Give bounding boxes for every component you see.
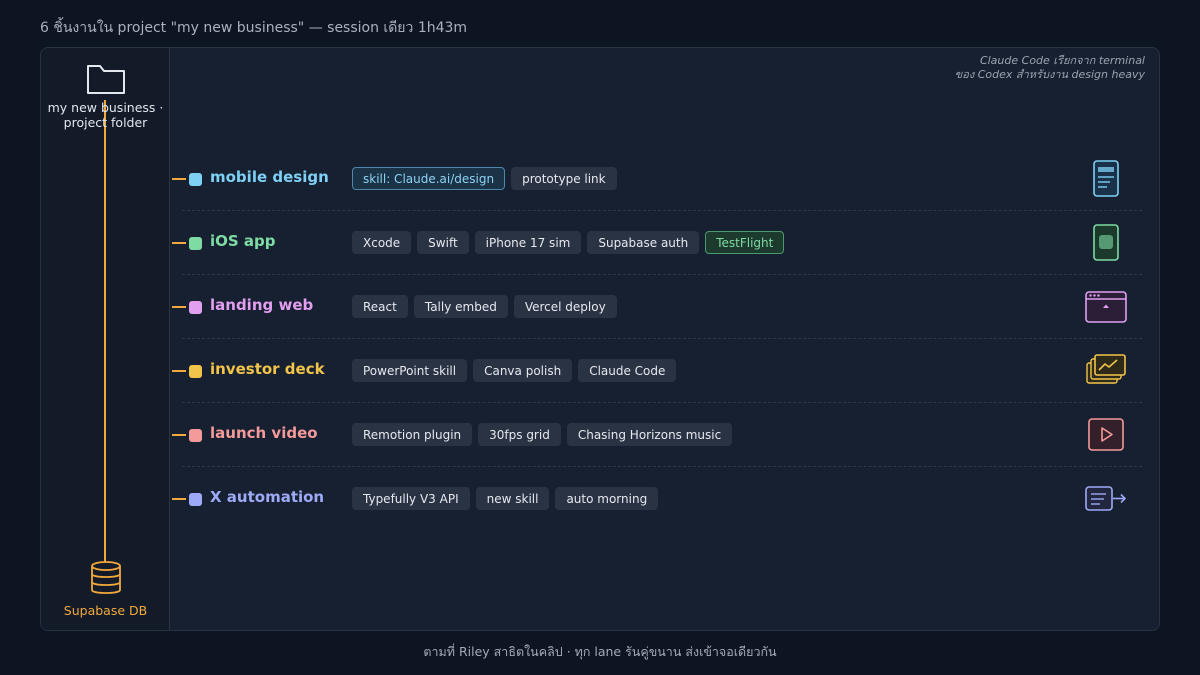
play-video-icon <box>1088 418 1124 451</box>
lane-color-dot <box>189 429 202 442</box>
lane-launch-video: launch video Remotion plugin 30fps grid … <box>170 403 1159 467</box>
lane-connector <box>172 306 186 308</box>
lane-color-dot <box>189 365 202 378</box>
phone-mockup-icon <box>1093 160 1119 197</box>
lane-title: mobile design <box>210 168 329 186</box>
page-title: 6 ชิ้นงานใน project "my new business" — … <box>40 20 468 36</box>
lane-x-automation: X automation Typefully V3 API new skill … <box>170 467 1159 531</box>
lane-color-dot <box>189 301 202 314</box>
tag-chip: auto morning <box>555 487 659 510</box>
lane-connector <box>172 434 186 436</box>
connector-line <box>104 100 106 564</box>
folder-label: my new business · project folder <box>47 100 164 130</box>
tag-chip: Typefully V3 API <box>352 487 470 510</box>
tag-chip: 30fps grid <box>478 423 561 446</box>
tag-chip: React <box>352 295 408 318</box>
lane-connector <box>172 242 186 244</box>
lane-connector <box>172 178 186 180</box>
folder-icon <box>87 65 125 94</box>
tag-chip: Swift <box>417 231 469 254</box>
lane-color-dot <box>189 493 202 506</box>
tag-chip: Tally embed <box>413 295 508 318</box>
lane-connector <box>172 498 186 500</box>
database-icon <box>91 561 121 594</box>
tag-list: skill: Claude.ai/design prototype link <box>352 167 617 190</box>
tag-chip: TestFlight <box>705 231 785 254</box>
tag-chip: Vercel deploy <box>513 295 617 318</box>
footer-caption: ตามที่ Riley สาธิตในคลิป · ทุก lane รันค… <box>423 644 777 659</box>
tag-chip: Canva polish <box>473 359 573 382</box>
lane-landing-web: landing web React Tally embed Vercel dep… <box>170 275 1159 339</box>
tag-list: React Tally embed Vercel deploy <box>352 295 617 318</box>
post-send-arrow-icon <box>1085 486 1127 511</box>
database-label: Supabase DB <box>63 603 148 618</box>
iphone-app-icon <box>1093 224 1119 261</box>
tag-chip: Remotion plugin <box>352 423 473 446</box>
lane-title: investor deck <box>210 360 325 378</box>
tag-chip: prototype link <box>511 167 617 190</box>
lane-color-dot <box>189 173 202 186</box>
tag-chip: skill: Claude.ai/design <box>352 167 506 190</box>
lane-title: X automation <box>210 488 325 506</box>
context-note-line: ของ Codex สำหรับงาน design heavy <box>954 68 1145 81</box>
slide-deck-chart-icon <box>1086 354 1126 384</box>
tag-chip: Xcode <box>352 231 412 254</box>
context-note-line: Claude Code เรียกจาก terminal <box>979 54 1145 67</box>
browser-window-icon <box>1085 291 1127 323</box>
tag-chip: iPhone 17 sim <box>474 231 582 254</box>
tag-chip: PowerPoint skill <box>352 359 468 382</box>
tag-chip: Chasing Horizons music <box>566 423 733 446</box>
project-sidebar: my new business · project folder Supabas… <box>41 48 170 630</box>
tag-chip: new skill <box>475 487 550 510</box>
lane-investor-deck: investor deck PowerPoint skill Canva pol… <box>170 339 1159 403</box>
lane-title: launch video <box>210 424 318 442</box>
lane-ios-app: iOS app Xcode Swift iPhone 17 sim Supaba… <box>170 211 1159 275</box>
lane-mobile-design: mobile design skill: Claude.ai/design pr… <box>170 147 1159 211</box>
lane-title: iOS app <box>210 232 276 250</box>
tag-list: Typefully V3 API new skill auto morning <box>352 487 659 510</box>
lane-connector <box>172 370 186 372</box>
tag-list: PowerPoint skill Canva polish Claude Cod… <box>352 359 677 382</box>
tag-chip: Claude Code <box>578 359 677 382</box>
lane-title: landing web <box>210 296 314 314</box>
context-note: Claude Code เรียกจาก terminal ของ Codex … <box>955 54 1145 82</box>
tag-list: Remotion plugin 30fps grid Chasing Horiz… <box>352 423 733 446</box>
workflow-panel: my new business · project folder Supabas… <box>40 47 1160 631</box>
tag-chip: Supabase auth <box>587 231 700 254</box>
lane-color-dot <box>189 237 202 250</box>
tag-list: Xcode Swift iPhone 17 sim Supabase auth … <box>352 231 785 254</box>
